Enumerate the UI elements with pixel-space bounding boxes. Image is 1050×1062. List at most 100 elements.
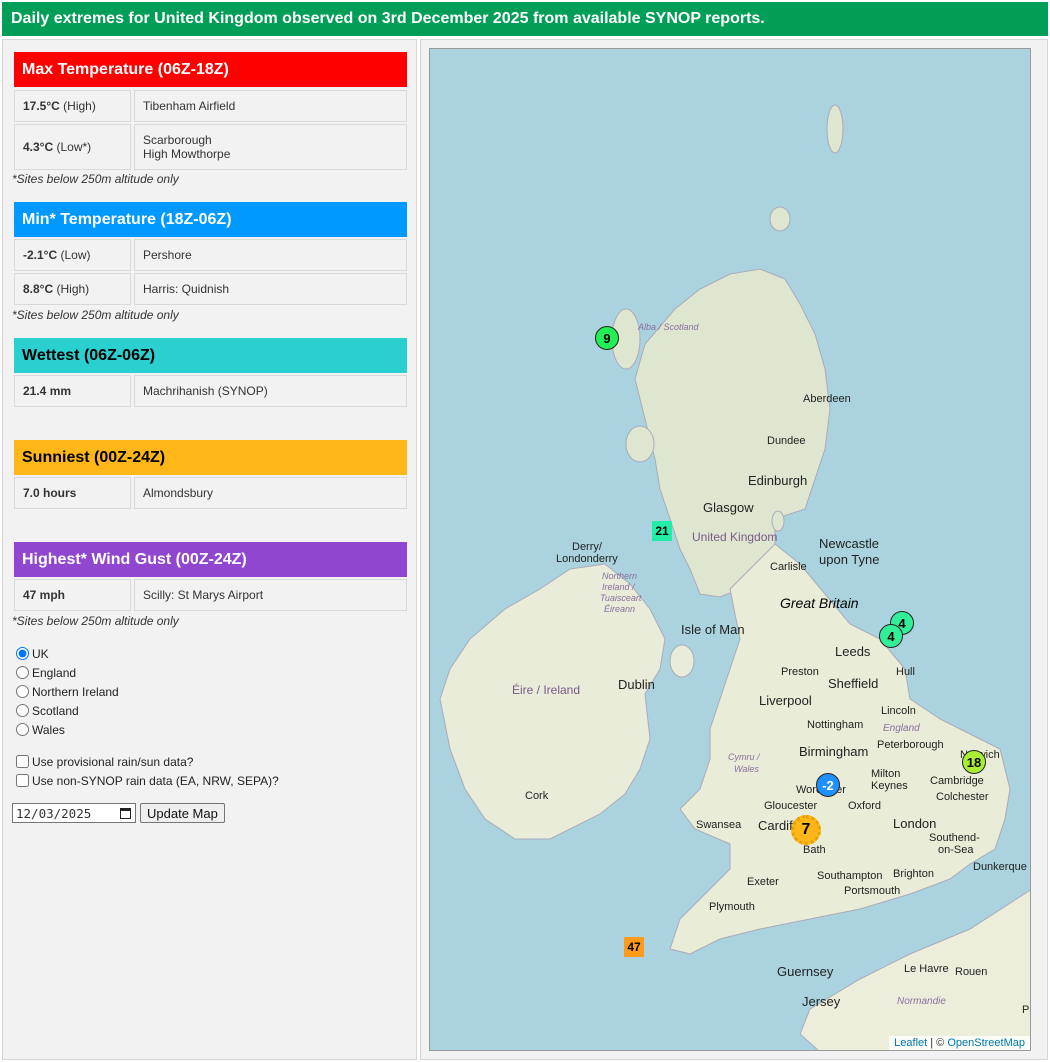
tibenham-marker[interactable]: 18: [962, 750, 986, 774]
region-option-england[interactable]: England: [16, 663, 119, 682]
map-label: Hull: [896, 666, 915, 678]
island: [771, 510, 785, 532]
max-temp-header: Max Temperature (06Z-18Z): [14, 52, 407, 87]
non-synop-option[interactable]: Use non-SYNOP rain data (EA, NRW, SEPA)?: [16, 771, 279, 790]
map-label: Leeds: [835, 644, 871, 659]
scilly-marker[interactable]: 47: [624, 937, 644, 957]
map-label: Carlisle: [770, 561, 807, 573]
region-radio-scotland[interactable]: [16, 704, 29, 717]
map-label: Guernsey: [777, 964, 834, 979]
region-radio-england[interactable]: [16, 666, 29, 679]
data-options: Use provisional rain/sun data? Use non-S…: [16, 752, 279, 790]
map-label: Rouen: [955, 966, 988, 978]
region-option-uk[interactable]: UK: [16, 644, 119, 663]
map-label: Tuaisceart: [600, 593, 642, 603]
altitude-note: *Sites below 250m altitude only: [12, 172, 179, 186]
min-temp-low-qual: (Low): [60, 248, 91, 262]
map-label: United Kingdom: [692, 530, 778, 544]
leaflet-link[interactable]: Leaflet: [894, 1037, 927, 1049]
machrihanish-marker[interactable]: 21: [652, 521, 672, 541]
harris-marker[interactable]: 9: [595, 326, 619, 350]
region-option-wales[interactable]: Wales: [16, 720, 119, 739]
map-label: Oxford: [848, 800, 882, 812]
map-label: Pa: [1022, 1004, 1030, 1016]
map-label: upon Tyne: [819, 552, 880, 567]
map-label: Colchester: [936, 791, 989, 803]
wettest-header: Wettest (06Z-06Z): [14, 338, 407, 373]
date-input[interactable]: 12/03/2025: [12, 803, 136, 823]
sunniest-value: 7.0 hours: [23, 486, 77, 500]
map-label: Nottingham: [807, 719, 864, 731]
min-temp-low-value: -2.1°C: [23, 248, 58, 262]
almondsbury-marker[interactable]: 7: [791, 815, 821, 845]
map-label: Southend-: [929, 832, 980, 844]
sunniest-header: Sunniest (00Z-24Z): [14, 440, 407, 475]
map-label: Birmingham: [799, 744, 869, 759]
gust-value: 47 mph: [23, 588, 66, 602]
min-temp-header: Min* Temperature (18Z-06Z): [14, 202, 407, 237]
map-label: Dundee: [767, 435, 806, 447]
max-temp-low-row: 4.3°C (Low*) Scarborough High Mowthorpe: [14, 124, 407, 170]
map-label: Cork: [525, 790, 549, 802]
max-temp-low-qual: (Low*): [56, 140, 92, 154]
map-attribution: Leaflet | © OpenStreetMap: [889, 1036, 1030, 1050]
region-radio-uk[interactable]: [16, 647, 29, 660]
map-label: Portsmouth: [844, 885, 901, 897]
high-mowthorpe-marker[interactable]: 4: [879, 624, 903, 648]
non-synop-checkbox[interactable]: [16, 774, 29, 787]
max-temp-low-site-2: High Mowthorpe: [143, 147, 231, 161]
map-label: Milton: [871, 768, 901, 780]
map-label: Northern: [602, 571, 638, 581]
map-label: Ireland /: [602, 582, 635, 592]
map-label: Swansea: [696, 819, 742, 831]
max-temp-high-site: Tibenham Airfield: [134, 90, 407, 122]
map-label: Brighton: [893, 868, 934, 880]
map-label: Londonderry: [556, 553, 618, 565]
extremes-panel: Max Temperature (06Z-18Z) 17.5°C (High) …: [2, 39, 417, 1060]
map-label: Great Britain: [780, 595, 859, 611]
map-label: Isle of Man: [681, 622, 745, 637]
altitude-note: *Sites below 250m altitude only: [12, 614, 179, 628]
island: [669, 644, 695, 678]
map-label: Jersey: [802, 994, 841, 1009]
region-radio-northern-ireland[interactable]: [16, 685, 29, 698]
map-label: on-Sea: [938, 844, 974, 856]
map-label: Peterborough: [877, 739, 944, 751]
map-label: Cymru /: [728, 752, 760, 762]
provisional-option[interactable]: Use provisional rain/sun data?: [16, 752, 279, 771]
min-temp-high-value: 8.8°C: [23, 282, 54, 296]
map-label: Glasgow: [703, 500, 754, 515]
map-label: Derry/: [572, 541, 602, 553]
map-label: Newcastle: [819, 536, 879, 551]
map-label: Southampton: [817, 870, 883, 882]
region-radio-wales[interactable]: [16, 723, 29, 736]
page-title: Daily extremes for United Kingdom observ…: [2, 2, 1048, 36]
map-label: London: [893, 816, 937, 831]
max-temp-low-value: 4.3°C: [23, 140, 54, 154]
map-label: Bath: [803, 844, 826, 856]
map-label: Éireann: [604, 604, 636, 614]
scotland-land: [634, 268, 831, 598]
date-controls: 12/03/2025 Update Map: [12, 803, 225, 823]
gust-site: Scilly: St Marys Airport: [134, 579, 407, 611]
osm-link[interactable]: OpenStreetMap: [947, 1037, 1025, 1049]
pershore-marker[interactable]: -2: [816, 773, 840, 797]
island: [826, 104, 844, 154]
region-option-northern-ireland[interactable]: Northern Ireland: [16, 682, 119, 701]
map-label: Preston: [781, 666, 819, 678]
max-temp-low-site: Scarborough: [143, 133, 212, 147]
map-label: Cambridge: [930, 775, 984, 787]
map-label: Edinburgh: [748, 473, 808, 488]
min-temp-low-site: Pershore: [134, 239, 407, 271]
calendar-icon[interactable]: [120, 808, 131, 819]
provisional-checkbox[interactable]: [16, 755, 29, 768]
gust-row: 47 mph Scilly: St Marys Airport: [14, 579, 407, 611]
region-option-scotland[interactable]: Scotland: [16, 701, 119, 720]
update-map-button[interactable]: Update Map: [140, 803, 225, 823]
map-label: Alba / Scotland: [638, 322, 699, 332]
map[interactable]: Alba / Scotland Aberdeen Dundee Edinburg…: [429, 48, 1031, 1051]
map-label: Exeter: [747, 876, 779, 888]
map-label: Wales: [734, 764, 759, 774]
wettest-site: Machrihanish (SYNOP): [134, 375, 407, 407]
map-label: Plymouth: [709, 901, 755, 913]
